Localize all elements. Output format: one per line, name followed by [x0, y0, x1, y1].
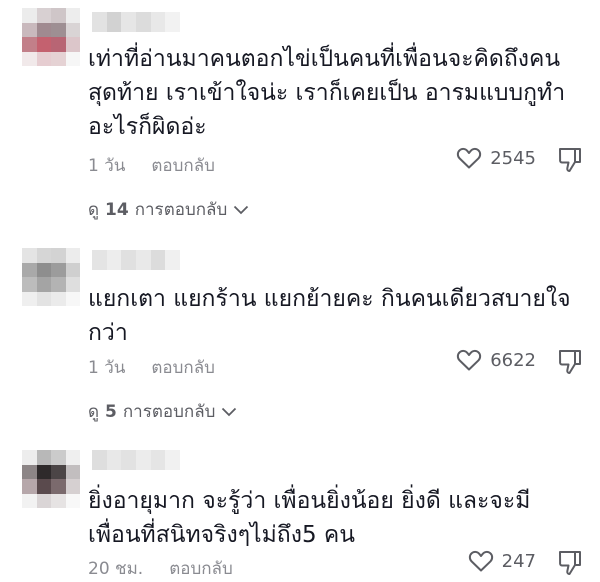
dislike-button[interactable] — [558, 349, 582, 375]
view-replies-button[interactable]: ดู 14 การตอบกลับ — [88, 196, 249, 223]
comment-meta: 1 วัน ตอบกลับ — [88, 152, 215, 179]
comment-time: 1 วัน — [88, 358, 126, 378]
heart-outline-icon — [468, 550, 493, 572]
avatar[interactable] — [22, 248, 80, 306]
comment-text-line: กว่า — [88, 320, 128, 346]
heart-outline-icon — [457, 349, 482, 371]
like-button[interactable]: 247 — [468, 549, 536, 573]
comment-text-line: แยกเตา แยกร้าน แยกย้ายคะ กินคนเดียวสบายใ… — [88, 286, 571, 312]
comment-meta: 1 วัน ตอบกลับ — [88, 354, 215, 381]
comment-text-line: เพื่อนที่สนิทจริงๆไม่ถึง5 คน — [88, 522, 355, 548]
username[interactable] — [92, 12, 180, 32]
reply-count: 14 — [105, 199, 129, 220]
like-count: 6622 — [490, 349, 536, 371]
like-button[interactable]: 2545 — [456, 146, 536, 170]
view-replies-suffix: การตอบกลับ — [134, 200, 228, 220]
view-replies-button[interactable]: ดู 5 การตอบกลับ — [88, 398, 237, 425]
comment-text-line: สุดท้าย เราเข้าใจน่ะ เราก็เคยเป็น อารมแบ… — [88, 80, 566, 106]
thumbs-down-icon — [559, 350, 581, 374]
like-button[interactable]: 6622 — [456, 348, 536, 372]
comment-text-line: อะไรก็ผิดอ่ะ — [88, 114, 207, 140]
comment-text-line: ยิ่งอายุมาก จะรู้ว่า เพื่อนยิ่งน้อย ยิ่ง… — [88, 488, 531, 514]
view-replies-prefix: ดู — [88, 402, 100, 422]
username[interactable] — [92, 450, 180, 470]
like-count: 2545 — [490, 147, 536, 169]
view-replies-prefix: ดู — [88, 200, 100, 220]
comment-text: ยิ่งอายุมาก จะรู้ว่า เพื่อนยิ่งน้อย ยิ่ง… — [88, 484, 588, 552]
chevron-down-icon — [222, 407, 237, 416]
comment-text-line: เท่าที่อ่านมาคนตอกไข่เป็นคนที่เพื่อนจะคิ… — [88, 46, 561, 72]
heart-outline-icon — [457, 147, 482, 169]
reply-button[interactable]: ตอบกลับ — [151, 354, 215, 381]
comment-text: เท่าที่อ่านมาคนตอกไข่เป็นคนที่เพื่อนจะคิ… — [88, 42, 588, 144]
username[interactable] — [92, 250, 180, 270]
reply-count: 5 — [105, 401, 117, 422]
like-count: 247 — [501, 550, 536, 572]
view-replies-suffix: การตอบกลับ — [122, 402, 216, 422]
dislike-button[interactable] — [558, 147, 582, 173]
thumbs-down-icon — [559, 551, 581, 575]
avatar[interactable] — [22, 450, 80, 508]
reply-button[interactable]: ตอบกลับ — [151, 152, 215, 179]
chevron-down-icon — [234, 205, 249, 214]
comment-time: 1 วัน — [88, 156, 126, 176]
dislike-button[interactable] — [558, 550, 582, 576]
thumbs-down-icon — [559, 148, 581, 172]
comment-text: แยกเตา แยกร้าน แยกย้ายคะ กินคนเดียวสบายใ… — [88, 282, 588, 350]
avatar[interactable] — [22, 8, 80, 66]
